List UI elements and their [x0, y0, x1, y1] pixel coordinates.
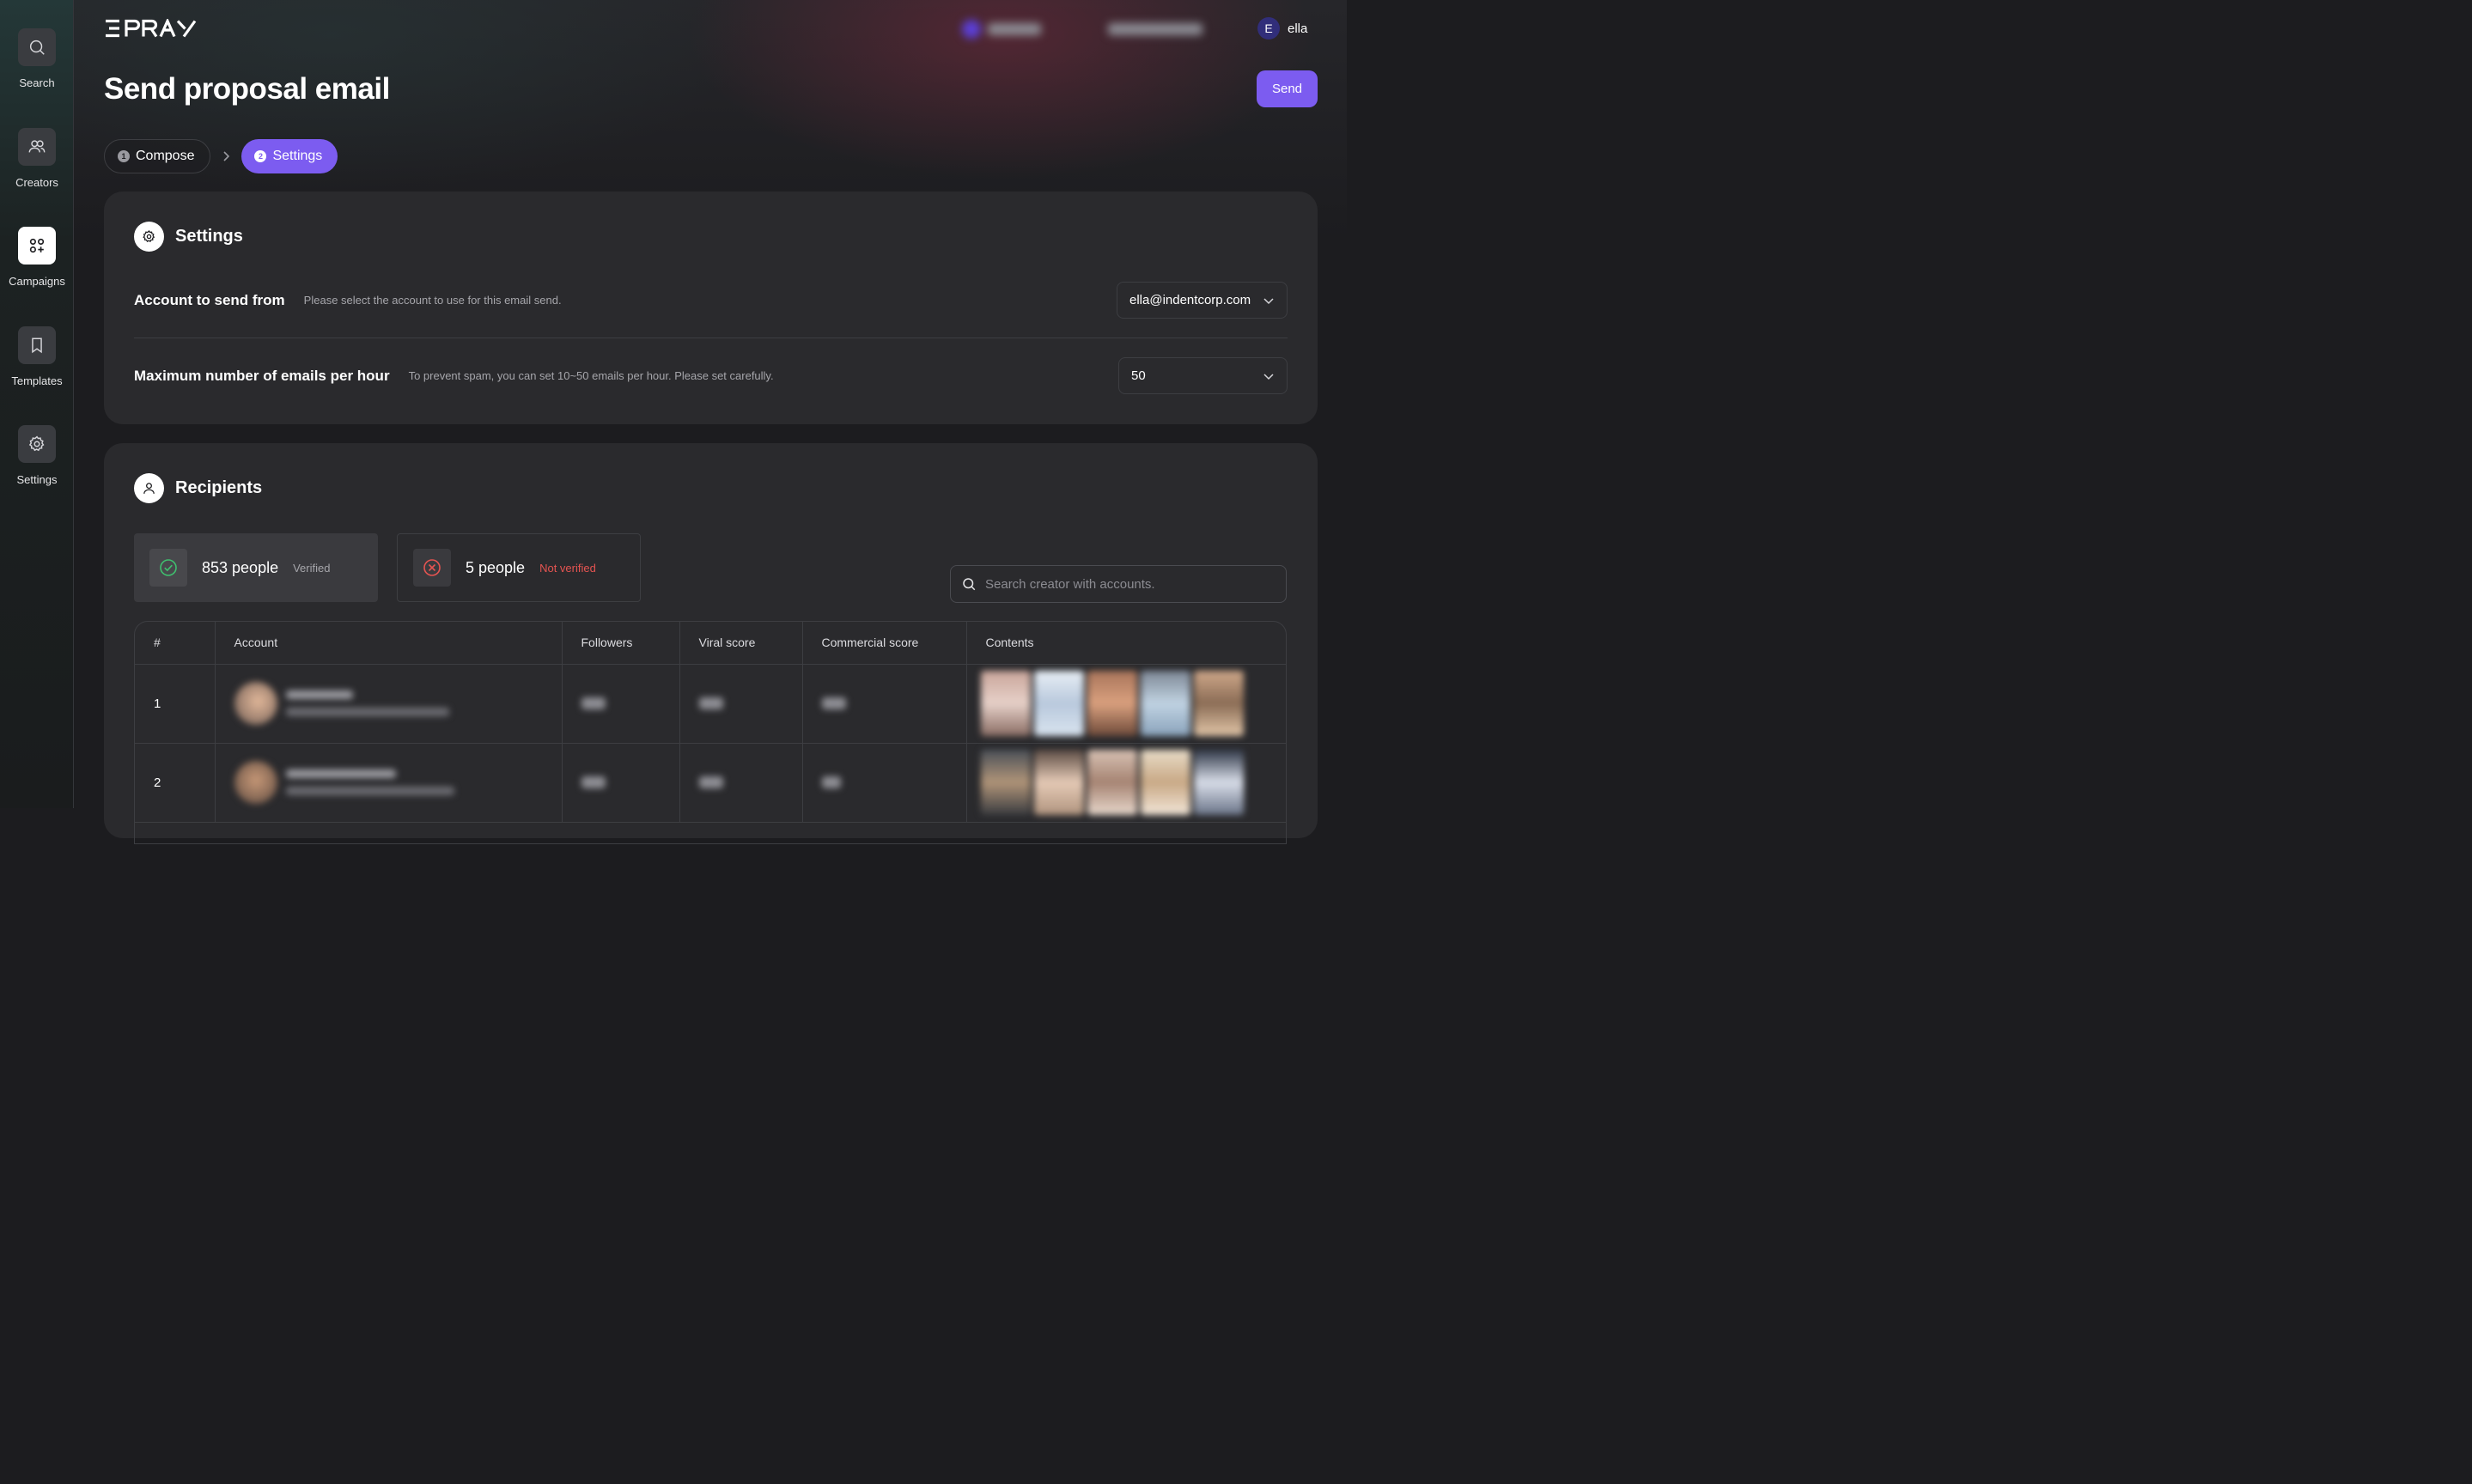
x-circle-icon [413, 549, 451, 587]
step-settings[interactable]: 2 Settings [241, 139, 338, 173]
table-header-row: # Account Followers Viral score Commerci… [135, 622, 1286, 665]
column-header-account[interactable]: Account [215, 622, 563, 665]
followers-cell [562, 743, 680, 823]
user-name: ella [1288, 21, 1308, 36]
contents-cell[interactable] [966, 664, 1287, 744]
recipients-card-header: Recipients [134, 473, 262, 503]
search-icon [18, 28, 56, 66]
creator-search[interactable] [950, 565, 1287, 603]
sidebar-item-label: Settings [16, 473, 58, 486]
content-thumbnails [980, 750, 1287, 815]
column-header-index[interactable]: # [135, 622, 216, 665]
grid-plus-icon [18, 227, 56, 265]
sidebar-item-label: Creators [15, 176, 58, 189]
users-icon [18, 128, 56, 166]
contents-cell[interactable] [966, 743, 1287, 823]
max-emails-setting-row: Maximum number of emails per hour To pre… [134, 357, 1288, 394]
sidebar-item-settings[interactable]: Settings [0, 425, 74, 486]
blurred-workspace-indicator [962, 19, 1048, 40]
sidebar-item-campaigns[interactable]: Campaigns [0, 227, 74, 288]
viral-score-cell [679, 743, 803, 823]
step-compose[interactable]: 1 Compose [104, 139, 211, 173]
verified-count: 853 people [202, 558, 279, 576]
settings-card: Settings Account to send from Please sel… [104, 192, 1318, 424]
recipients-title: Recipients [175, 478, 263, 497]
send-button[interactable]: Send [1257, 70, 1318, 107]
sidebar-item-templates[interactable]: Templates [0, 326, 74, 387]
followers-cell [562, 664, 680, 744]
chevron-down-icon [1263, 297, 1274, 304]
verified-status: Verified [293, 561, 331, 575]
blurred-account-info [1108, 19, 1220, 40]
logo-mark [106, 17, 197, 38]
step-label: Compose [136, 149, 195, 163]
chevron-right-icon [210, 150, 241, 162]
chevron-down-icon [1263, 373, 1274, 380]
user-menu[interactable]: E ella [1257, 17, 1307, 40]
max-emails-description: To prevent spam, you can set 10~50 email… [408, 369, 774, 382]
max-emails-select-value: 50 [1131, 368, 1146, 383]
step-number: 1 [118, 150, 130, 162]
page-title: Send proposal email [104, 72, 390, 106]
gear-icon [18, 425, 56, 463]
column-header-followers[interactable]: Followers [562, 622, 680, 665]
account-label: Account to send from [134, 291, 285, 308]
sidebar-item-search[interactable]: Search [0, 28, 74, 89]
gear-icon [134, 222, 164, 252]
recipients-card: Recipients 853 people Verified 5 people … [104, 443, 1318, 844]
recipients-table: # Account Followers Viral score Commerci… [134, 621, 1287, 844]
avatar: E [1257, 17, 1280, 40]
max-emails-select[interactable]: 50 [1118, 357, 1288, 394]
sidebar: Search Creators Campaigns Templates Sett… [0, 0, 74, 808]
account-select-value: ella@indentcorp.com [1129, 293, 1251, 307]
account-cell[interactable] [215, 664, 563, 744]
step-label: Settings [272, 149, 323, 163]
check-circle-icon [149, 549, 187, 587]
row-index: 1 [135, 664, 216, 744]
settings-card-header: Settings [134, 222, 243, 252]
account-select[interactable]: ella@indentcorp.com [1117, 282, 1288, 319]
not-verified-status: Not verified [539, 561, 596, 575]
commercial-score-cell [802, 743, 967, 823]
content-thumbnails [980, 671, 1287, 736]
not-verified-filter[interactable]: 5 people Not verified [397, 533, 641, 602]
sidebar-item-label: Search [19, 76, 55, 89]
bookmark-icon [18, 326, 56, 364]
table-row[interactable]: 1 [135, 664, 1287, 744]
search-input[interactable] [985, 576, 1269, 592]
sidebar-item-label: Campaigns [9, 275, 65, 288]
step-number: 2 [254, 150, 267, 162]
viral-score-cell [679, 664, 803, 744]
column-header-contents[interactable]: Contents [966, 622, 1286, 665]
table-row[interactable]: 2 [135, 743, 1287, 823]
settings-title: Settings [175, 227, 243, 246]
search-icon [963, 578, 976, 591]
commercial-score-cell [802, 664, 967, 744]
verified-filter[interactable]: 853 people Verified [134, 533, 378, 602]
blurred-account [234, 761, 562, 804]
account-setting-row: Account to send from Please select the a… [134, 282, 1288, 319]
row-index: 2 [135, 743, 216, 823]
column-header-viral-score[interactable]: Viral score [679, 622, 803, 665]
account-description: Please select the account to use for thi… [303, 294, 562, 307]
sidebar-item-label: Templates [11, 374, 63, 387]
max-emails-label: Maximum number of emails per hour [134, 367, 390, 384]
sidebar-item-creators[interactable]: Creators [0, 128, 74, 189]
column-header-commercial-score[interactable]: Commercial score [802, 622, 967, 665]
step-navigation: 1 Compose 2 Settings [104, 139, 338, 173]
blurred-account [234, 682, 562, 725]
account-cell[interactable] [215, 743, 563, 823]
user-icon [134, 473, 164, 503]
app-logo[interactable] [104, 17, 197, 42]
not-verified-count: 5 people [466, 558, 526, 576]
